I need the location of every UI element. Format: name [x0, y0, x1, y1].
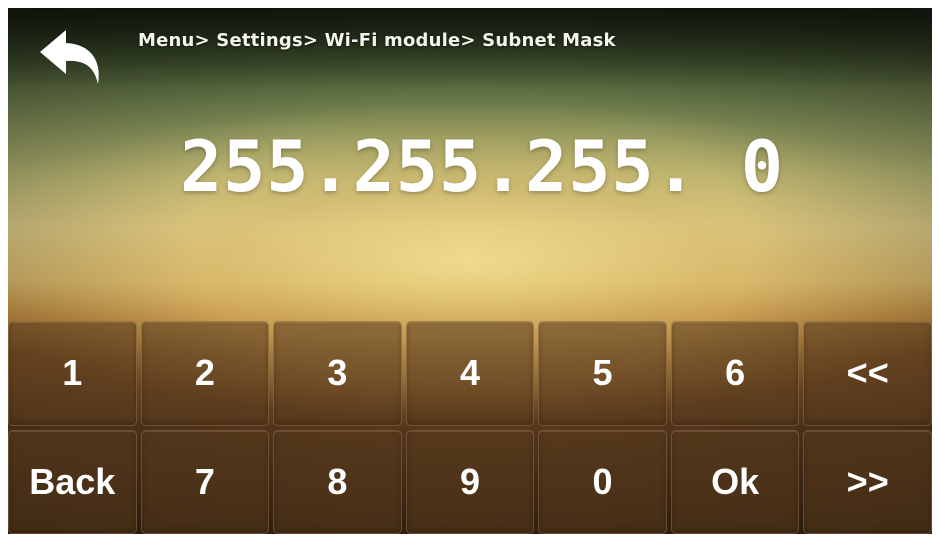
cursor-right-button[interactable]: >>	[803, 429, 932, 534]
back-arrow-icon[interactable]	[36, 26, 108, 88]
ok-button[interactable]: Ok	[670, 429, 800, 534]
key-5[interactable]: 5	[538, 321, 667, 426]
breadcrumb: Menu> Settings> Wi-Fi module> Subnet Mas…	[138, 30, 616, 51]
back-button[interactable]: Back	[8, 429, 137, 534]
key-3[interactable]: 3	[273, 321, 402, 426]
key-7[interactable]: 7	[140, 429, 270, 534]
keypad: 1 2 3 4 5 6 << Back 7 8 9 0 Ok >>	[8, 321, 932, 534]
key-6[interactable]: 6	[670, 321, 800, 426]
screen: Menu> Settings> Wi-Fi module> Subnet Mas…	[8, 8, 932, 534]
cursor-left-button[interactable]: <<	[803, 321, 932, 426]
key-1[interactable]: 1	[8, 321, 137, 426]
key-9[interactable]: 9	[405, 429, 535, 534]
key-2[interactable]: 2	[140, 321, 270, 426]
subnet-mask-value: 255.255.255. 0	[180, 126, 785, 208]
key-0[interactable]: 0	[538, 429, 667, 534]
key-4[interactable]: 4	[405, 321, 535, 426]
key-8[interactable]: 8	[273, 429, 402, 534]
